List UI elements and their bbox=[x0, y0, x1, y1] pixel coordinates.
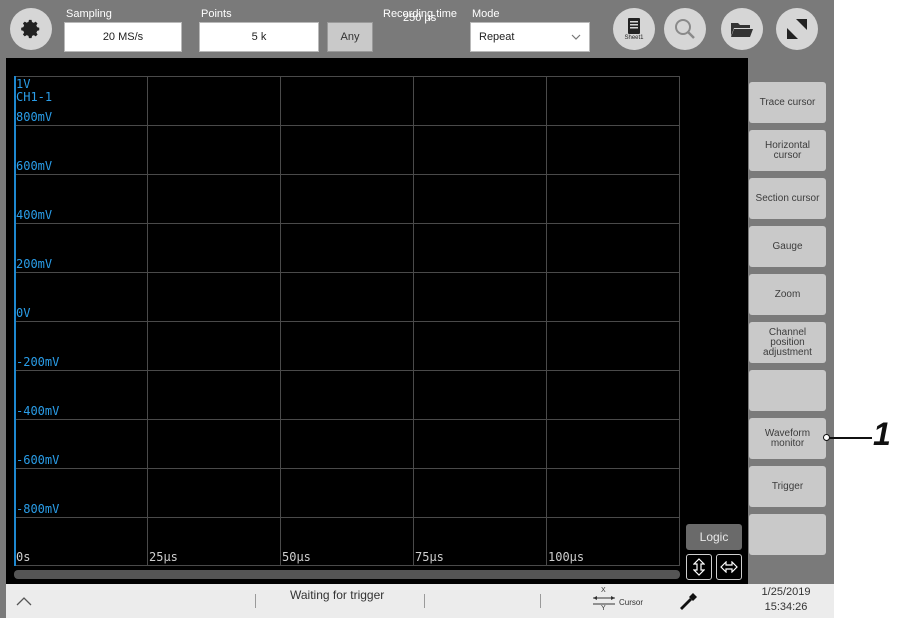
x-tick-label: 0s bbox=[16, 550, 31, 564]
horizontal-arrow-icon bbox=[720, 561, 738, 573]
channel-position-adjustment-label: Channel position adjustment bbox=[763, 326, 812, 358]
time-label: 15:34:26 bbox=[764, 601, 808, 613]
expand-button[interactable] bbox=[776, 8, 818, 50]
vertical-scroll-button[interactable] bbox=[686, 554, 712, 580]
callout-dot bbox=[823, 434, 830, 441]
grid-line bbox=[14, 565, 680, 566]
mode-label: Mode bbox=[472, 8, 500, 20]
callout-number: 1 bbox=[873, 416, 891, 452]
grid-line bbox=[14, 272, 680, 273]
x-tick-label: 75μs bbox=[415, 550, 444, 564]
cursor-y-label: Y bbox=[601, 605, 606, 612]
y-axis bbox=[14, 76, 16, 566]
separator bbox=[255, 594, 256, 608]
grid-line bbox=[14, 370, 680, 371]
empty-side-button[interactable] bbox=[749, 370, 826, 411]
y-tick-label: 0V bbox=[16, 306, 31, 320]
y-tick-label: -400mV bbox=[16, 404, 60, 418]
mode-value: Repeat bbox=[479, 31, 515, 43]
channel-label: CH1-1 bbox=[16, 90, 53, 104]
y-tick-label: 600mV bbox=[16, 159, 53, 173]
grid-line bbox=[14, 174, 680, 175]
sampling-label: Sampling bbox=[66, 8, 112, 20]
sampling-field[interactable]: 20 MS/s bbox=[64, 22, 182, 52]
grid-line bbox=[14, 517, 680, 518]
cursor-x-label: X bbox=[601, 587, 606, 594]
grid-line bbox=[14, 468, 680, 469]
horizontal-cursor-label: Horizontal cursor bbox=[764, 139, 811, 161]
top-bar: Sampling 20 MS/s Points 5 k Any Recordin… bbox=[0, 0, 834, 58]
folder-icon bbox=[731, 23, 753, 37]
cursor-label: Cursor bbox=[619, 598, 644, 607]
x-tick-label: 100μs bbox=[548, 550, 585, 564]
horizontal-cursor-button[interactable]: Horizontal cursor bbox=[749, 130, 826, 171]
separator bbox=[540, 594, 541, 608]
open-folder-button[interactable] bbox=[721, 8, 763, 50]
waveform-plot[interactable]: 1V CH1-1 800mV 600mV 400mV 200mV 0V -200… bbox=[14, 76, 680, 566]
horizontal-scrollbar[interactable] bbox=[14, 570, 680, 579]
sheet-button[interactable]: Sheet1 bbox=[613, 8, 655, 50]
y-tick-label: 800mV bbox=[16, 110, 53, 124]
sheet-label: Sheet1 bbox=[624, 35, 644, 41]
y-tick-label: -600mV bbox=[16, 453, 60, 467]
grid-line bbox=[14, 76, 680, 77]
trace-cursor-button[interactable]: Trace cursor bbox=[749, 82, 826, 123]
mode-select[interactable]: Repeat bbox=[470, 22, 590, 52]
y-tick-label: -200mV bbox=[16, 355, 60, 369]
sheet-icon bbox=[628, 18, 640, 34]
points-field[interactable]: 5 k bbox=[199, 22, 319, 52]
y-tick-label: 400mV bbox=[16, 208, 53, 222]
grid-line bbox=[14, 321, 680, 322]
chevron-up-icon[interactable] bbox=[16, 596, 32, 606]
gauge-button[interactable]: Gauge bbox=[749, 226, 826, 267]
y-tick-label: 200mV bbox=[16, 257, 53, 271]
gear-icon bbox=[21, 19, 40, 39]
expand-icon bbox=[787, 19, 807, 39]
usb-icon[interactable] bbox=[678, 590, 700, 612]
search-button[interactable] bbox=[664, 8, 706, 50]
x-tick-label: 50μs bbox=[282, 550, 311, 564]
trigger-button[interactable]: Trigger bbox=[749, 466, 826, 507]
zoom-button[interactable]: Zoom bbox=[749, 274, 826, 315]
y-tick-label: -800mV bbox=[16, 502, 60, 516]
grid-line bbox=[14, 419, 680, 420]
logic-button[interactable]: Logic bbox=[686, 524, 742, 550]
status-bar: Waiting for trigger X Y Cursor 1/25/2019… bbox=[6, 584, 834, 618]
any-button[interactable]: Any bbox=[327, 22, 373, 52]
channel-position-adjustment-button[interactable]: Channel position adjustment bbox=[749, 322, 826, 363]
date-label: 1/25/2019 bbox=[761, 586, 811, 598]
section-cursor-button[interactable]: Section cursor bbox=[749, 178, 826, 219]
callout-line bbox=[829, 437, 872, 439]
range-label: 1V bbox=[16, 77, 31, 91]
waveform-monitor-button[interactable]: Waveform monitor bbox=[749, 418, 826, 459]
cursor-indicator[interactable]: X Y bbox=[592, 587, 618, 615]
grid-line bbox=[14, 125, 680, 126]
separator bbox=[424, 594, 425, 608]
points-label: Points bbox=[201, 8, 232, 20]
vertical-arrow-icon bbox=[693, 558, 705, 576]
settings-button[interactable] bbox=[10, 8, 52, 50]
x-tick-label: 25μs bbox=[149, 550, 178, 564]
empty-side-button[interactable] bbox=[749, 514, 826, 555]
instrument-window: Sampling 20 MS/s Points 5 k Any Recordin… bbox=[0, 0, 834, 618]
points-value: 5 k bbox=[251, 31, 267, 43]
date-time: 1/25/2019 15:34:26 bbox=[750, 585, 822, 615]
chevron-down-icon bbox=[571, 34, 581, 40]
recording-time-value: 250 μs bbox=[403, 12, 437, 24]
waveform-monitor-label: Waveform monitor bbox=[764, 427, 811, 449]
grid-line bbox=[14, 223, 680, 224]
waveform-screen[interactable]: 1V CH1-1 800mV 600mV 400mV 200mV 0V -200… bbox=[6, 58, 748, 584]
horizontal-scroll-button[interactable] bbox=[716, 554, 742, 580]
search-icon bbox=[675, 19, 695, 39]
status-text: Waiting for trigger bbox=[290, 588, 385, 602]
